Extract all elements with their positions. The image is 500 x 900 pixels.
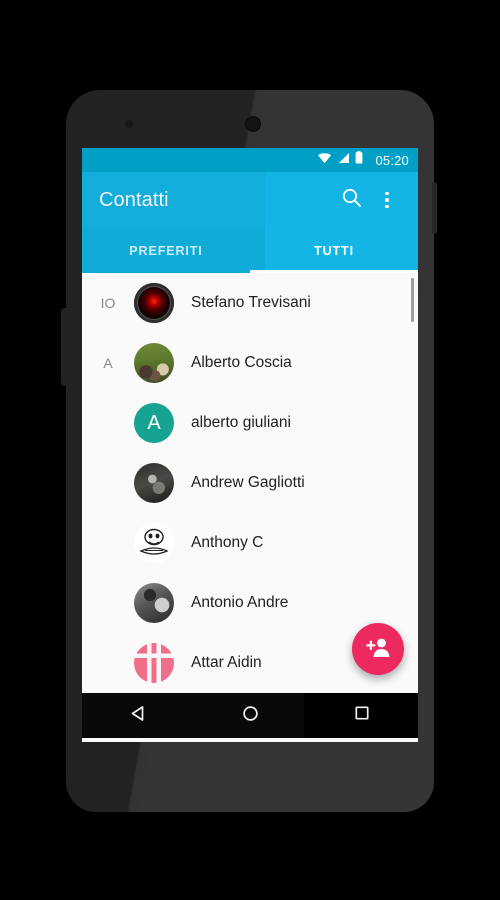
contact-row[interactable]: Andrew Gagliotti [82, 453, 418, 513]
signal-icon [337, 151, 350, 169]
nav-home-button[interactable] [194, 704, 306, 728]
front-camera-icon [245, 116, 261, 132]
add-person-icon [365, 636, 391, 663]
add-contact-fab[interactable] [352, 623, 404, 675]
contact-name: alberto giuliani [191, 414, 291, 431]
meme-face-icon [139, 528, 169, 555]
contact-name: Alberto Coscia [191, 354, 292, 371]
contact-row[interactable]: Anthony C [82, 513, 418, 573]
tab-bar: PREFERITI TUTTI [82, 228, 418, 273]
phone-screen: 05:20 Contatti PREFERITI TUTTI IO Stefan… [82, 148, 418, 742]
avatar[interactable] [134, 343, 174, 383]
search-button[interactable] [333, 182, 369, 218]
power-button[interactable] [432, 182, 437, 234]
contact-row[interactable]: Aalberto giuliani [82, 393, 418, 453]
search-icon [341, 187, 362, 213]
avatar[interactable] [134, 463, 174, 503]
recents-icon [353, 704, 371, 727]
avatar[interactable] [134, 523, 174, 563]
list-scrollbar[interactable] [411, 278, 414, 322]
section-letter: IO [100, 295, 116, 311]
avatar[interactable]: A [134, 403, 174, 443]
page-title: Contatti [99, 188, 169, 211]
contact-name: Antonio Andre [191, 594, 289, 611]
phone-device-frame: 05:20 Contatti PREFERITI TUTTI IO Stefan… [61, 90, 437, 812]
volume-button[interactable] [61, 308, 66, 386]
status-icon-group: 05:20 [317, 151, 409, 169]
avatar[interactable] [134, 643, 174, 683]
status-bar: 05:20 [82, 148, 418, 172]
back-icon [129, 704, 148, 728]
avatar[interactable] [134, 583, 174, 623]
home-icon [241, 704, 260, 728]
contact-name: Stefano Trevisani [191, 294, 311, 311]
contact-row[interactable]: A Alberto Coscia [82, 333, 418, 393]
contact-row[interactable]: IO Stefano Trevisani [82, 273, 418, 333]
tab-tutti-label: TUTTI [314, 243, 354, 258]
tab-preferiti[interactable]: PREFERITI [82, 228, 250, 273]
overflow-menu-icon [385, 191, 389, 209]
contact-name: Attar Aidin [191, 654, 262, 671]
tab-tutti[interactable]: TUTTI [250, 228, 418, 273]
battery-icon [355, 151, 363, 169]
wifi-icon [317, 151, 332, 169]
overflow-menu-button[interactable] [369, 182, 405, 218]
proximity-sensor-icon [125, 120, 133, 128]
section-letter: A [103, 355, 113, 371]
avatar[interactable] [134, 283, 174, 323]
contact-name: Anthony C [191, 534, 264, 551]
nav-recents-button[interactable] [306, 704, 418, 727]
status-bar-clock: 05:20 [375, 152, 409, 168]
contact-name: Andrew Gagliotti [191, 474, 305, 491]
android-navigation-bar [82, 693, 418, 738]
tab-preferiti-label: PREFERITI [129, 243, 203, 258]
contact-list[interactable]: IO Stefano Trevisani A Alberto Coscia Aalber… [82, 273, 418, 693]
nav-back-button[interactable] [82, 704, 194, 728]
app-bar: Contatti [82, 172, 418, 228]
